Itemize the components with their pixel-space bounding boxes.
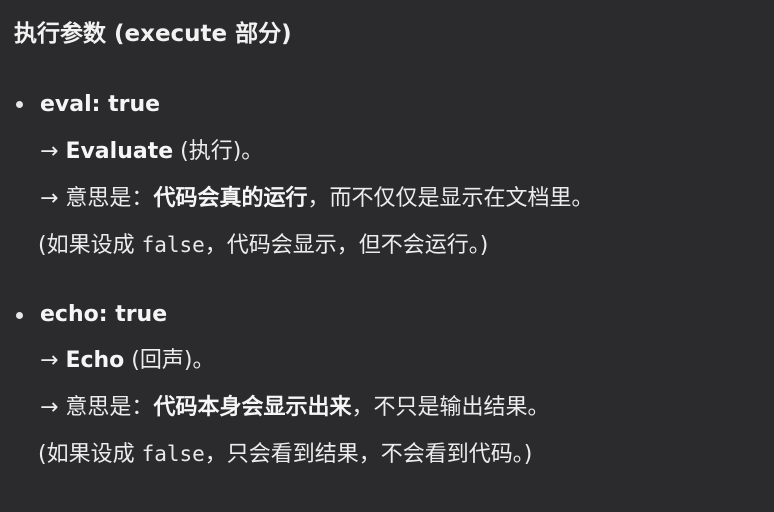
translation-rest: (执行)。 bbox=[173, 139, 264, 164]
param-echo-key: echo: true bbox=[40, 302, 168, 327]
note-prefix: (如果设成 bbox=[38, 442, 142, 467]
note-suffix: ，只会看到结果，不会看到代码。) bbox=[204, 442, 533, 467]
meaning-label: 意思是： bbox=[58, 395, 154, 420]
translation-term: Evaluate bbox=[65, 139, 174, 164]
note-prefix: (如果设成 bbox=[38, 233, 142, 258]
translation-term: Echo bbox=[65, 348, 125, 373]
note-code: false bbox=[141, 442, 205, 466]
meaning-rest: ，而不仅仅是显示在文档里。 bbox=[307, 186, 594, 211]
meaning-label: 意思是： bbox=[58, 186, 154, 211]
meaning-emphasis: 代码会真的运行 bbox=[153, 186, 308, 211]
param-eval-meaning: → 意思是：代码会真的运行，而不仅仅是显示在文档里。 bbox=[40, 184, 593, 214]
meaning-emphasis: 代码本身会显示出来 bbox=[153, 395, 352, 420]
param-eval-note: (如果设成 false，代码会显示，但不会运行。) bbox=[38, 230, 488, 261]
note-code: false bbox=[141, 233, 205, 257]
param-echo-note: (如果设成 false，只会看到结果，不会看到代码。) bbox=[38, 439, 532, 470]
section-title: 执行参数 (execute 部分) bbox=[14, 21, 292, 47]
meaning-rest: ，不只是输出结果。 bbox=[351, 395, 550, 420]
document-body: 执行参数 (execute 部分) eval: true → Evaluate … bbox=[0, 0, 774, 512]
arrow-icon: → bbox=[40, 348, 59, 373]
arrow-icon: → bbox=[40, 395, 59, 420]
arrow-icon: → bbox=[40, 186, 59, 211]
note-suffix: ，代码会显示，但不会运行。) bbox=[204, 233, 489, 258]
bullet-eval bbox=[16, 101, 23, 108]
bullet-echo bbox=[16, 312, 23, 319]
param-echo-meaning: → 意思是：代码本身会显示出来，不只是输出结果。 bbox=[40, 393, 549, 423]
translation-rest: (回声)。 bbox=[124, 348, 215, 373]
arrow-icon: → bbox=[40, 139, 59, 164]
param-eval-key: eval: true bbox=[40, 92, 161, 117]
param-echo-translation: → Echo (回声)。 bbox=[40, 346, 214, 376]
param-eval-translation: → Evaluate (执行)。 bbox=[40, 137, 263, 167]
